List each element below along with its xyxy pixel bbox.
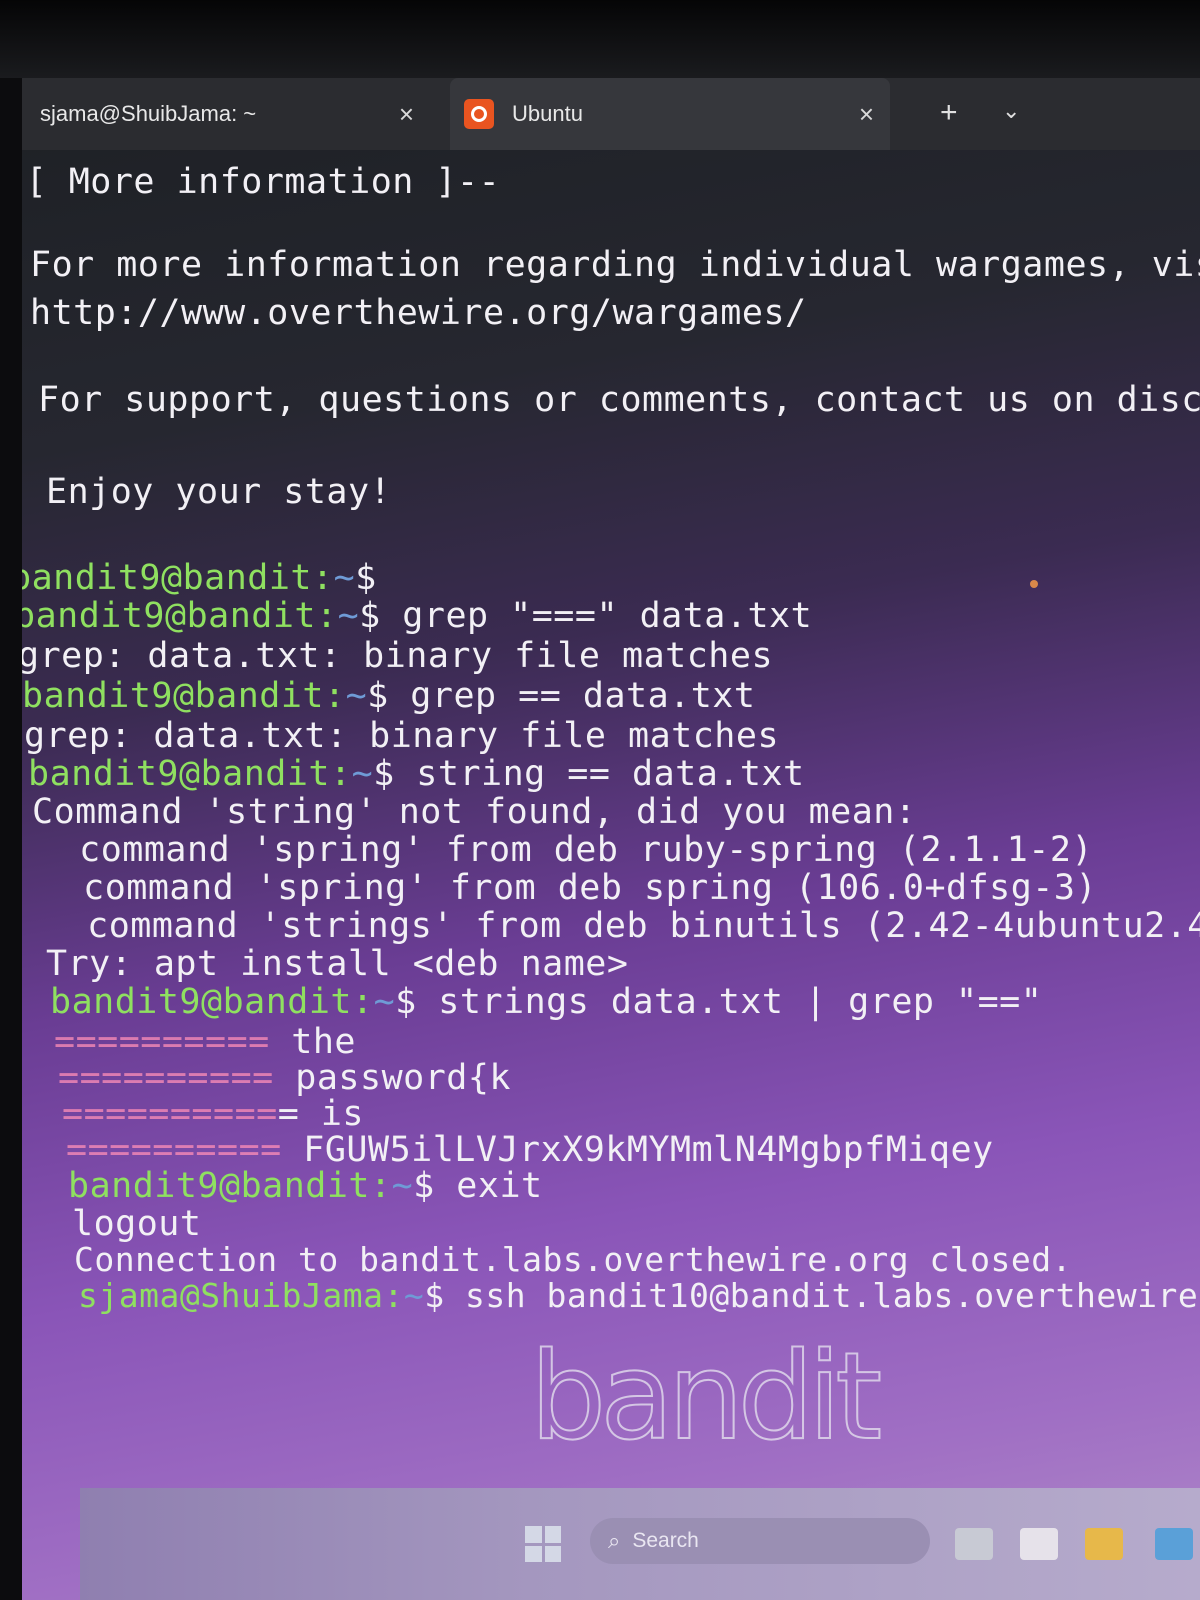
prompt-line: bandit9@bandit:~$: [10, 558, 377, 598]
output-line: command 'spring' from deb spring (106.0+…: [40, 868, 1098, 908]
info-line: For more information regarding individua…: [30, 245, 1200, 285]
search-icon: ⌕: [608, 1528, 621, 1553]
task-view-icon[interactable]: [955, 1528, 993, 1560]
close-tab-icon[interactable]: ×: [399, 99, 414, 130]
file-explorer-icon[interactable]: [1085, 1528, 1123, 1560]
enjoy-line: Enjoy your stay!: [46, 472, 392, 512]
screen-speck: [1030, 580, 1038, 588]
terminal-window: >_ sjama@ShuibJama: ~ × Ubuntu × + ⌄ -[ …: [0, 78, 1200, 1600]
output-line: Command 'string' not found, did you mean…: [32, 792, 917, 832]
bandit-ascii-banner: bandit: [529, 1327, 883, 1468]
output-line: grep: data.txt: binary file matches: [24, 716, 780, 756]
prompt-line: bandit9@bandit:~$ grep == data.txt: [22, 676, 756, 716]
tab-title: Ubuntu: [512, 101, 583, 126]
output-line: command 'strings' from deb binutils (2.4…: [44, 906, 1200, 946]
new-tab-button[interactable]: +: [940, 96, 958, 130]
grep-result-line: ========== password{k: [58, 1058, 512, 1098]
close-tab-icon[interactable]: ×: [859, 99, 874, 130]
support-line: For support, questions or comments, cont…: [38, 380, 1200, 420]
output-line: logout: [72, 1204, 202, 1244]
tab-ubuntu[interactable]: Ubuntu ×: [450, 78, 890, 150]
tab-title: sjama@ShuibJama: ~: [40, 101, 257, 126]
taskbar-search[interactable]: ⌕ Search: [590, 1518, 930, 1564]
more-info-header: -[ More information ]--: [4, 162, 501, 202]
search-placeholder: Search: [632, 1529, 699, 1552]
tab-sjama[interactable]: >_ sjama@ShuibJama: ~ ×: [0, 78, 440, 150]
output-line: Connection to bandit.labs.overthewire.or…: [74, 1240, 1073, 1279]
grep-result-line: =========== is: [62, 1094, 365, 1134]
prompt-line: sjama@ShuibJama:~$ ssh bandit10@bandit.l…: [78, 1276, 1200, 1315]
info-url: http://www.overthewire.org/wargames/: [30, 293, 807, 333]
taskbar: ⌕ Search: [80, 1488, 1200, 1600]
tab-bar: >_ sjama@ShuibJama: ~ × Ubuntu × + ⌄: [0, 78, 1200, 150]
windows-start-icon[interactable]: [525, 1526, 561, 1562]
prompt-line: bandit9@bandit:~$ exit: [68, 1166, 543, 1206]
grep-result-line: ========== the: [54, 1022, 357, 1062]
monitor-bezel-left: [0, 78, 22, 1600]
output-line: grep: data.txt: binary file matches: [18, 636, 774, 676]
chevron-down-icon[interactable]: ⌄: [1002, 98, 1020, 124]
output-line: Try: apt install <deb name>: [46, 944, 629, 984]
store-icon[interactable]: [1020, 1528, 1058, 1560]
prompt-line: bandit9@bandit:~$ strings data.txt | gre…: [50, 982, 1043, 1022]
output-line: command 'spring' from deb ruby-spring (2…: [36, 830, 1094, 870]
monitor-bezel: [0, 0, 1200, 78]
password-line: ========== FGUW5ilLVJrxX9kMYMmlN4MgbpfMi…: [66, 1130, 994, 1170]
app-icon[interactable]: [1155, 1528, 1193, 1560]
prompt-line: bandit9@bandit:~$ grep "===" data.txt: [14, 596, 813, 636]
prompt-line: bandit9@bandit:~$ string == data.txt: [28, 754, 805, 794]
ubuntu-icon: [464, 99, 494, 129]
